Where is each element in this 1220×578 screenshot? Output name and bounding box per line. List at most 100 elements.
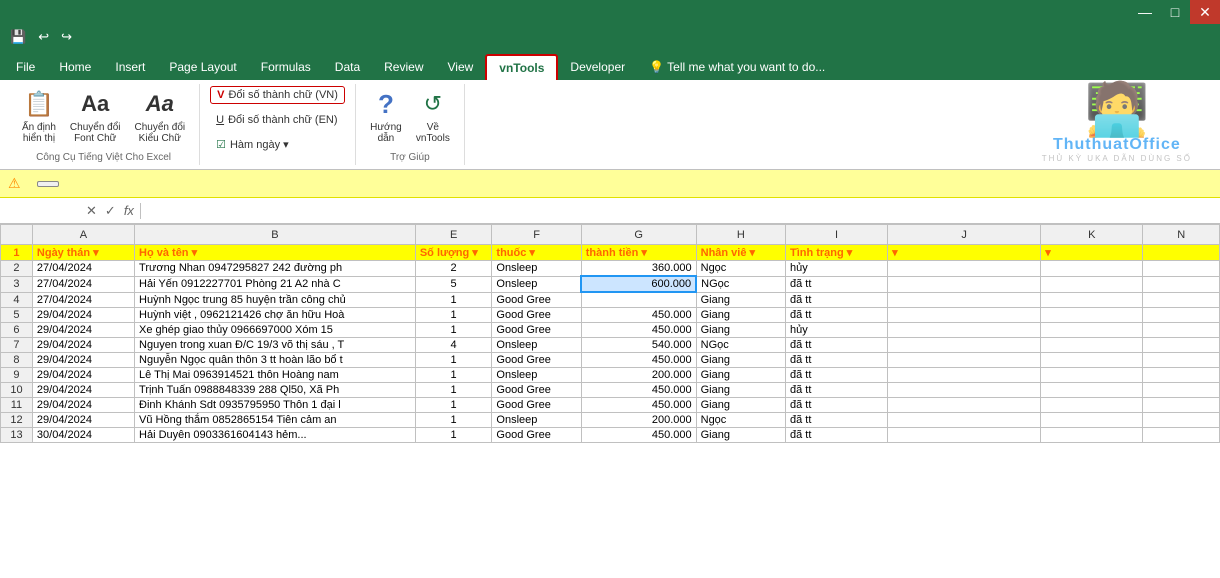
cell-e-12[interactable]: 1 [415,412,492,427]
huong-dan-button[interactable]: ? Hướngdẫn [366,86,406,146]
cell-h-9[interactable]: Giang [696,367,785,382]
cell-b-6[interactable]: Xe ghép giao thủy 0966697000 Xóm 15 [135,322,416,337]
cell-j-7[interactable] [888,337,1041,352]
cancel-formula-icon[interactable]: ✕ [84,203,99,219]
cell-f-4[interactable]: Good Gree [492,292,581,307]
row-number-9[interactable]: 9 [1,367,33,382]
doi-so-vn-button[interactable]: V Đổi số thành chữ (VN) [210,86,345,104]
cell-k-11[interactable] [1041,397,1143,412]
cell-i-10[interactable]: đã tt [785,382,887,397]
row-number-7[interactable]: 7 [1,337,33,352]
cell-k-5[interactable] [1041,307,1143,322]
cell-b-10[interactable]: Trịnh Tuấn 0988848339 288 Ql50, Xã Ph [135,382,416,397]
cell-j-5[interactable] [888,307,1041,322]
cell-n-7[interactable] [1143,337,1220,352]
cell-b-11[interactable]: Đinh Khánh Sdt 0935795950 Thôn 1 đại l [135,397,416,412]
cell-n-9[interactable] [1143,367,1220,382]
cell-i-5[interactable]: đã tt [785,307,887,322]
tab-vntools[interactable]: vnTools [485,54,558,80]
col-header-b[interactable]: B [135,225,416,245]
cell-k-12[interactable] [1041,412,1143,427]
cell-g-7[interactable]: 540.000 [581,337,696,352]
redo-button[interactable]: ↪ [57,27,76,47]
cell-b-5[interactable]: Huỳnh việt , 0962121426 chợ ăn hữu Hoà [135,307,416,322]
cell-g-12[interactable]: 200.000 [581,412,696,427]
tab-insert[interactable]: Insert [103,54,157,80]
cell-b-3[interactable]: Hải Yến 0912227701 Phòng 21 A2 nhà C [135,276,416,292]
tab-review[interactable]: Review [372,54,435,80]
ham-ngay-button[interactable]: ☑ Hàm ngày ▾ [210,136,295,153]
header-cell-n[interactable] [1143,245,1220,261]
undo-button[interactable]: ↩ [34,27,53,47]
cell-g-4[interactable] [581,292,696,307]
cell-g-6[interactable]: 450.000 [581,322,696,337]
header-cell-j[interactable]: ▾ [888,245,1041,261]
cell-n-8[interactable] [1143,352,1220,367]
row-number-13[interactable]: 13 [1,427,33,442]
cell-f-13[interactable]: Good Gree [492,427,581,442]
chuyen-doi-font-chu-button[interactable]: Aa Chuyển đổiFont Chữ [66,86,125,146]
cell-n-5[interactable] [1143,307,1220,322]
doi-so-en-button[interactable]: U Đổi số thành chữ (EN) [210,112,343,128]
cell-n-3[interactable] [1143,276,1220,292]
cell-a-9[interactable]: 29/04/2024 [32,367,134,382]
col-header-e[interactable]: E [415,225,492,245]
cell-i-11[interactable]: đã tt [785,397,887,412]
cell-j-4[interactable] [888,292,1041,307]
cell-g-13[interactable]: 450.000 [581,427,696,442]
minimize-button[interactable]: — [1130,0,1160,24]
cell-n-4[interactable] [1143,292,1220,307]
cell-b-7[interactable]: Nguyen trong xuan Đ/C 19/3 võ thị sáu , … [135,337,416,352]
cell-h-10[interactable]: Giang [696,382,785,397]
cell-i-7[interactable]: đã tt [785,337,887,352]
cell-j-9[interactable] [888,367,1041,382]
cell-f-11[interactable]: Good Gree [492,397,581,412]
cell-h-6[interactable]: Giang [696,322,785,337]
cell-k-9[interactable] [1041,367,1143,382]
tab-developer[interactable]: Developer [558,54,637,80]
cell-e-6[interactable]: 1 [415,322,492,337]
cell-n-12[interactable] [1143,412,1220,427]
row-number-5[interactable]: 5 [1,307,33,322]
col-header-i[interactable]: I [785,225,887,245]
tab-view[interactable]: View [436,54,486,80]
cell-h-12[interactable]: Ngọc [696,412,785,427]
cell-h-13[interactable]: Giang [696,427,785,442]
cell-f-9[interactable]: Onsleep [492,367,581,382]
cell-a-5[interactable]: 29/04/2024 [32,307,134,322]
col-header-k[interactable]: K [1041,225,1143,245]
cell-f-5[interactable]: Good Gree [492,307,581,322]
row-number-12[interactable]: 12 [1,412,33,427]
cell-j-13[interactable] [888,427,1041,442]
row-number-3[interactable]: 3 [1,276,33,292]
cell-k-13[interactable] [1041,427,1143,442]
col-header-n[interactable]: N [1143,225,1220,245]
header-cell-e[interactable]: Số lượng ▾ [415,245,492,261]
cell-n-2[interactable] [1143,261,1220,277]
cell-b-12[interactable]: Vũ Hồng thắm 0852865154 Tiên cảm an [135,412,416,427]
cell-h-11[interactable]: Giang [696,397,785,412]
tab-data[interactable]: Data [323,54,372,80]
cell-e-3[interactable]: 5 [415,276,492,292]
an-dinh-hien-thi-button[interactable]: 📋 Ấn địnhhiển thị [18,86,60,146]
cell-b-9[interactable]: Lê Thị Mai 0963914521 thôn Hoàng nam [135,367,416,382]
cell-e-7[interactable]: 4 [415,337,492,352]
cell-e-13[interactable]: 1 [415,427,492,442]
cell-a-3[interactable]: 27/04/2024 [32,276,134,292]
cell-a-4[interactable]: 27/04/2024 [32,292,134,307]
cell-b-4[interactable]: Huỳnh Ngọc trung 85 huyện trần công chủ [135,292,416,307]
insert-function-icon[interactable]: fx [122,203,136,218]
cell-n-10[interactable] [1143,382,1220,397]
cell-a-8[interactable]: 29/04/2024 [32,352,134,367]
col-header-g[interactable]: G [581,225,696,245]
cell-e-11[interactable]: 1 [415,397,492,412]
cell-f-8[interactable]: Good Gree [492,352,581,367]
tab-home[interactable]: Home [47,54,103,80]
enable-content-button[interactable] [37,181,59,187]
cell-b-8[interactable]: Nguyễn Ngọc quân thôn 3 tt hoàn lão bổ t [135,352,416,367]
cell-f-12[interactable]: Onsleep [492,412,581,427]
cell-g-9[interactable]: 200.000 [581,367,696,382]
cell-j-2[interactable] [888,261,1041,277]
cell-b-13[interactable]: Hải Duyên 0903361604143 hẻm... [135,427,416,442]
cell-g-8[interactable]: 450.000 [581,352,696,367]
